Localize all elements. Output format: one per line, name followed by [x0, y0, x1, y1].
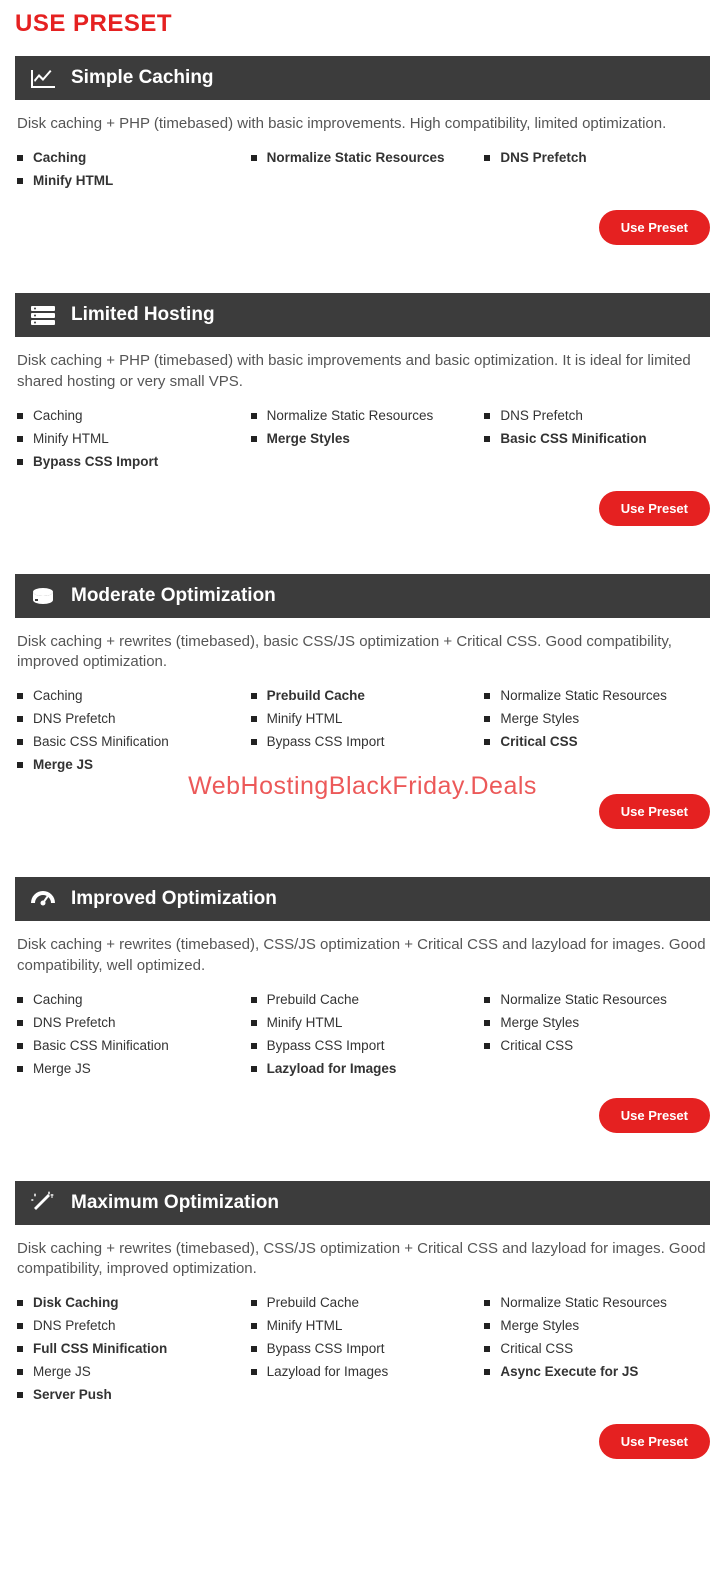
feature-item: Merge JS [17, 1364, 241, 1379]
feature-item: Merge Styles [484, 711, 708, 726]
preset-block: Moderate Optimization Disk caching + rewr… [15, 574, 710, 830]
feature-item: Caching [17, 150, 241, 165]
feature-item: Normalize Static Resources [484, 1295, 708, 1310]
feature-item: Bypass CSS Import [251, 1038, 475, 1053]
feature-item: Normalize Static Resources [484, 688, 708, 703]
feature-item: Minify HTML [17, 431, 241, 446]
feature-item: Prebuild Cache [251, 688, 475, 703]
feature-item: Prebuild Cache [251, 1295, 475, 1310]
feature-item: Merge JS [17, 757, 241, 772]
page-title: USE PRESET [15, 10, 710, 38]
preset-title: Simple Caching [71, 67, 214, 89]
feature-list: Caching Prebuild Cache Normalize Static Re… [15, 688, 710, 772]
button-row: Use Preset [15, 210, 710, 245]
feature-item: Normalize Static Resources [484, 992, 708, 1007]
preset-title: Improved Optimization [71, 888, 277, 910]
feature-item: Basic CSS Minification [17, 734, 241, 749]
use-preset-button[interactable]: Use Preset [599, 491, 710, 526]
preset-title: Limited Hosting [71, 304, 215, 326]
feature-item: Minify HTML [251, 1318, 475, 1333]
gauge-icon [29, 887, 57, 911]
feature-item: DNS Prefetch [17, 711, 241, 726]
preset-block: Limited Hosting Disk caching + PHP (timeb… [15, 293, 710, 526]
feature-item: Critical CSS [484, 1038, 708, 1053]
use-preset-button[interactable]: Use Preset [599, 1424, 710, 1459]
feature-item: Merge JS [17, 1061, 241, 1076]
feature-item: Bypass CSS Import [17, 454, 241, 469]
disk-icon [29, 584, 57, 608]
button-row: Use Preset [15, 1098, 710, 1133]
use-preset-button[interactable]: Use Preset [599, 1098, 710, 1133]
feature-item: Full CSS Minification [17, 1341, 241, 1356]
preset-block: Maximum Optimization Disk caching + rewri… [15, 1181, 710, 1460]
preset-block: Simple Caching Disk caching + PHP (timeba… [15, 56, 710, 245]
feature-item: Basic CSS Minification [17, 1038, 241, 1053]
feature-item: Minify HTML [251, 711, 475, 726]
feature-item: Lazyload for Images [251, 1061, 475, 1076]
chart-line-icon [29, 66, 57, 90]
feature-item: Merge Styles [251, 431, 475, 446]
use-preset-button[interactable]: Use Preset [599, 210, 710, 245]
feature-item: DNS Prefetch [484, 150, 708, 165]
feature-item: Caching [17, 408, 241, 423]
feature-item: Caching [17, 992, 241, 1007]
preset-description: Disk caching + rewrites (timebased), CSS… [15, 921, 710, 992]
feature-item: Critical CSS [484, 734, 708, 749]
feature-item: Server Push [17, 1387, 241, 1402]
feature-item: Critical CSS [484, 1341, 708, 1356]
use-preset-button[interactable]: Use Preset [599, 794, 710, 829]
feature-list: Caching Normalize Static Resources DNS Pre… [15, 150, 710, 188]
preset-header: Limited Hosting [15, 293, 710, 337]
feature-item: Caching [17, 688, 241, 703]
feature-item: Merge Styles [484, 1318, 708, 1333]
feature-item: DNS Prefetch [17, 1015, 241, 1030]
wand-icon [29, 1191, 57, 1215]
feature-item: Bypass CSS Import [251, 734, 475, 749]
button-row: Use Preset [15, 491, 710, 526]
preset-description: Disk caching + rewrites (timebased), bas… [15, 618, 710, 689]
preset-header: Improved Optimization [15, 877, 710, 921]
preset-header: Simple Caching [15, 56, 710, 100]
feature-list: Caching Normalize Static Resources DNS Pre… [15, 408, 710, 469]
feature-item: Prebuild Cache [251, 992, 475, 1007]
feature-item: Merge Styles [484, 1015, 708, 1030]
button-row: Use Preset [15, 1424, 710, 1459]
feature-list: Caching Prebuild Cache Normalize Static Re… [15, 992, 710, 1076]
preset-title: Moderate Optimization [71, 585, 276, 607]
feature-item: Bypass CSS Import [251, 1341, 475, 1356]
feature-item: DNS Prefetch [17, 1318, 241, 1333]
feature-item: Disk Caching [17, 1295, 241, 1310]
feature-item: Normalize Static Resources [251, 150, 475, 165]
preset-description: Disk caching + rewrites (timebased), CSS… [15, 1225, 710, 1296]
button-row: Use Preset [15, 794, 710, 829]
feature-item: DNS Prefetch [484, 408, 708, 423]
server-icon [29, 303, 57, 327]
feature-list: Disk Caching Prebuild Cache Normalize Stat… [15, 1295, 710, 1402]
preset-header: Maximum Optimization [15, 1181, 710, 1225]
preset-header: Moderate Optimization [15, 574, 710, 618]
feature-item: Minify HTML [251, 1015, 475, 1030]
feature-item: Minify HTML [17, 173, 241, 188]
preset-title: Maximum Optimization [71, 1192, 279, 1214]
feature-item: Normalize Static Resources [251, 408, 475, 423]
preset-description: Disk caching + PHP (timebased) with basi… [15, 337, 710, 408]
feature-item: Lazyload for Images [251, 1364, 475, 1379]
feature-item: Async Execute for JS [484, 1364, 708, 1379]
preset-block: Improved Optimization Disk caching + rewr… [15, 877, 710, 1133]
feature-item: Basic CSS Minification [484, 431, 708, 446]
preset-description: Disk caching + PHP (timebased) with basi… [15, 100, 710, 150]
